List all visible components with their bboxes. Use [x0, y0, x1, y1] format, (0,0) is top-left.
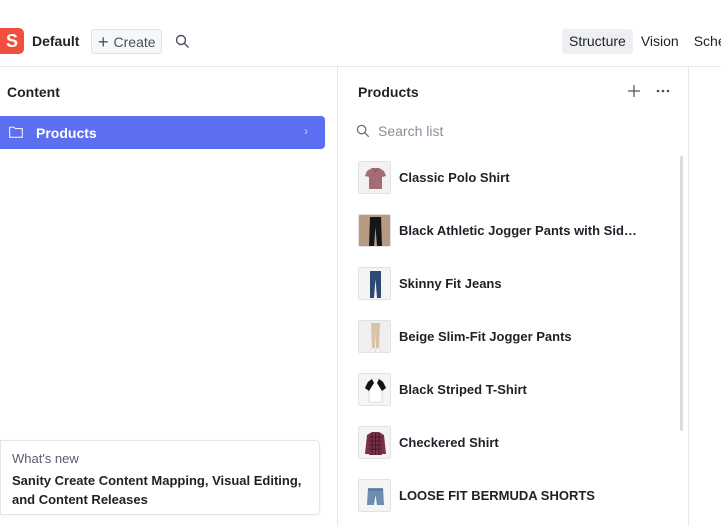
sidebar-item-products[interactable]: Products ›	[0, 116, 325, 149]
product-title: Black Athletic Jogger Pants with Side S.…	[399, 223, 639, 238]
product-title: Skinny Fit Jeans	[399, 276, 502, 291]
tab-schema[interactable]: Schema	[687, 29, 721, 54]
product-title: Checkered Shirt	[399, 435, 499, 450]
add-document-icon[interactable]	[627, 84, 641, 98]
list-item[interactable]: Black Striped T-Shirt	[356, 372, 666, 407]
search-placeholder: Search list	[378, 123, 444, 139]
tab-structure[interactable]: Structure	[562, 29, 633, 54]
whats-new-card[interactable]: What's new Sanity Create Content Mapping…	[0, 440, 320, 515]
search-icon[interactable]	[175, 34, 190, 49]
create-label: Create	[113, 33, 156, 50]
product-thumbnail	[358, 479, 391, 512]
list-item[interactable]: LOOSE FIT BERMUDA SHORTS	[356, 478, 666, 513]
list-scrollbar[interactable]	[680, 156, 683, 431]
chevron-right-icon: ›	[304, 124, 308, 138]
content-pane: Content Products › What's new Sanity Cre…	[0, 67, 338, 526]
list-item[interactable]: Checkered Shirt	[356, 425, 666, 460]
products-pane-title: Products	[358, 84, 419, 100]
product-title: LOOSE FIT BERMUDA SHORTS	[399, 488, 595, 503]
product-thumbnail	[358, 426, 391, 459]
create-button[interactable]: + Create	[91, 29, 162, 54]
product-thumbnail	[358, 373, 391, 406]
products-pane: Products Search list Classic Polo Shirt …	[338, 67, 689, 526]
list-item[interactable]: Beige Slim-Fit Jogger Pants	[356, 319, 666, 354]
workspace-name[interactable]: Default	[32, 33, 79, 49]
search-list-input[interactable]: Search list	[356, 120, 676, 144]
product-thumbnail	[358, 161, 391, 194]
tool-tabs: Structure Vision Schema	[562, 29, 721, 54]
product-title: Beige Slim-Fit Jogger Pants	[399, 329, 572, 344]
whats-new-headline: Sanity Create Content Mapping, Visual Ed…	[12, 473, 302, 507]
sidebar-item-label: Products	[36, 125, 97, 141]
product-title: Black Striped T-Shirt	[399, 382, 527, 397]
list-item[interactable]: Black Athletic Jogger Pants with Side S.…	[356, 213, 666, 248]
whats-new-kicker: What's new	[12, 451, 79, 466]
search-icon	[356, 124, 370, 138]
more-options-icon[interactable]	[656, 89, 670, 93]
content-pane-title: Content	[7, 84, 60, 100]
list-item[interactable]: Classic Polo Shirt	[356, 160, 666, 195]
product-title: Classic Polo Shirt	[399, 170, 510, 185]
top-navbar: S Default + Create Structure Vision Sche…	[0, 0, 721, 67]
sanity-logo[interactable]: S	[0, 28, 24, 54]
tab-vision[interactable]: Vision	[634, 29, 686, 54]
list-item[interactable]: Skinny Fit Jeans	[356, 266, 666, 301]
folder-icon	[9, 126, 23, 138]
product-thumbnail	[358, 320, 391, 353]
product-thumbnail	[358, 267, 391, 300]
product-thumbnail	[358, 214, 391, 247]
plus-icon: +	[98, 31, 109, 52]
